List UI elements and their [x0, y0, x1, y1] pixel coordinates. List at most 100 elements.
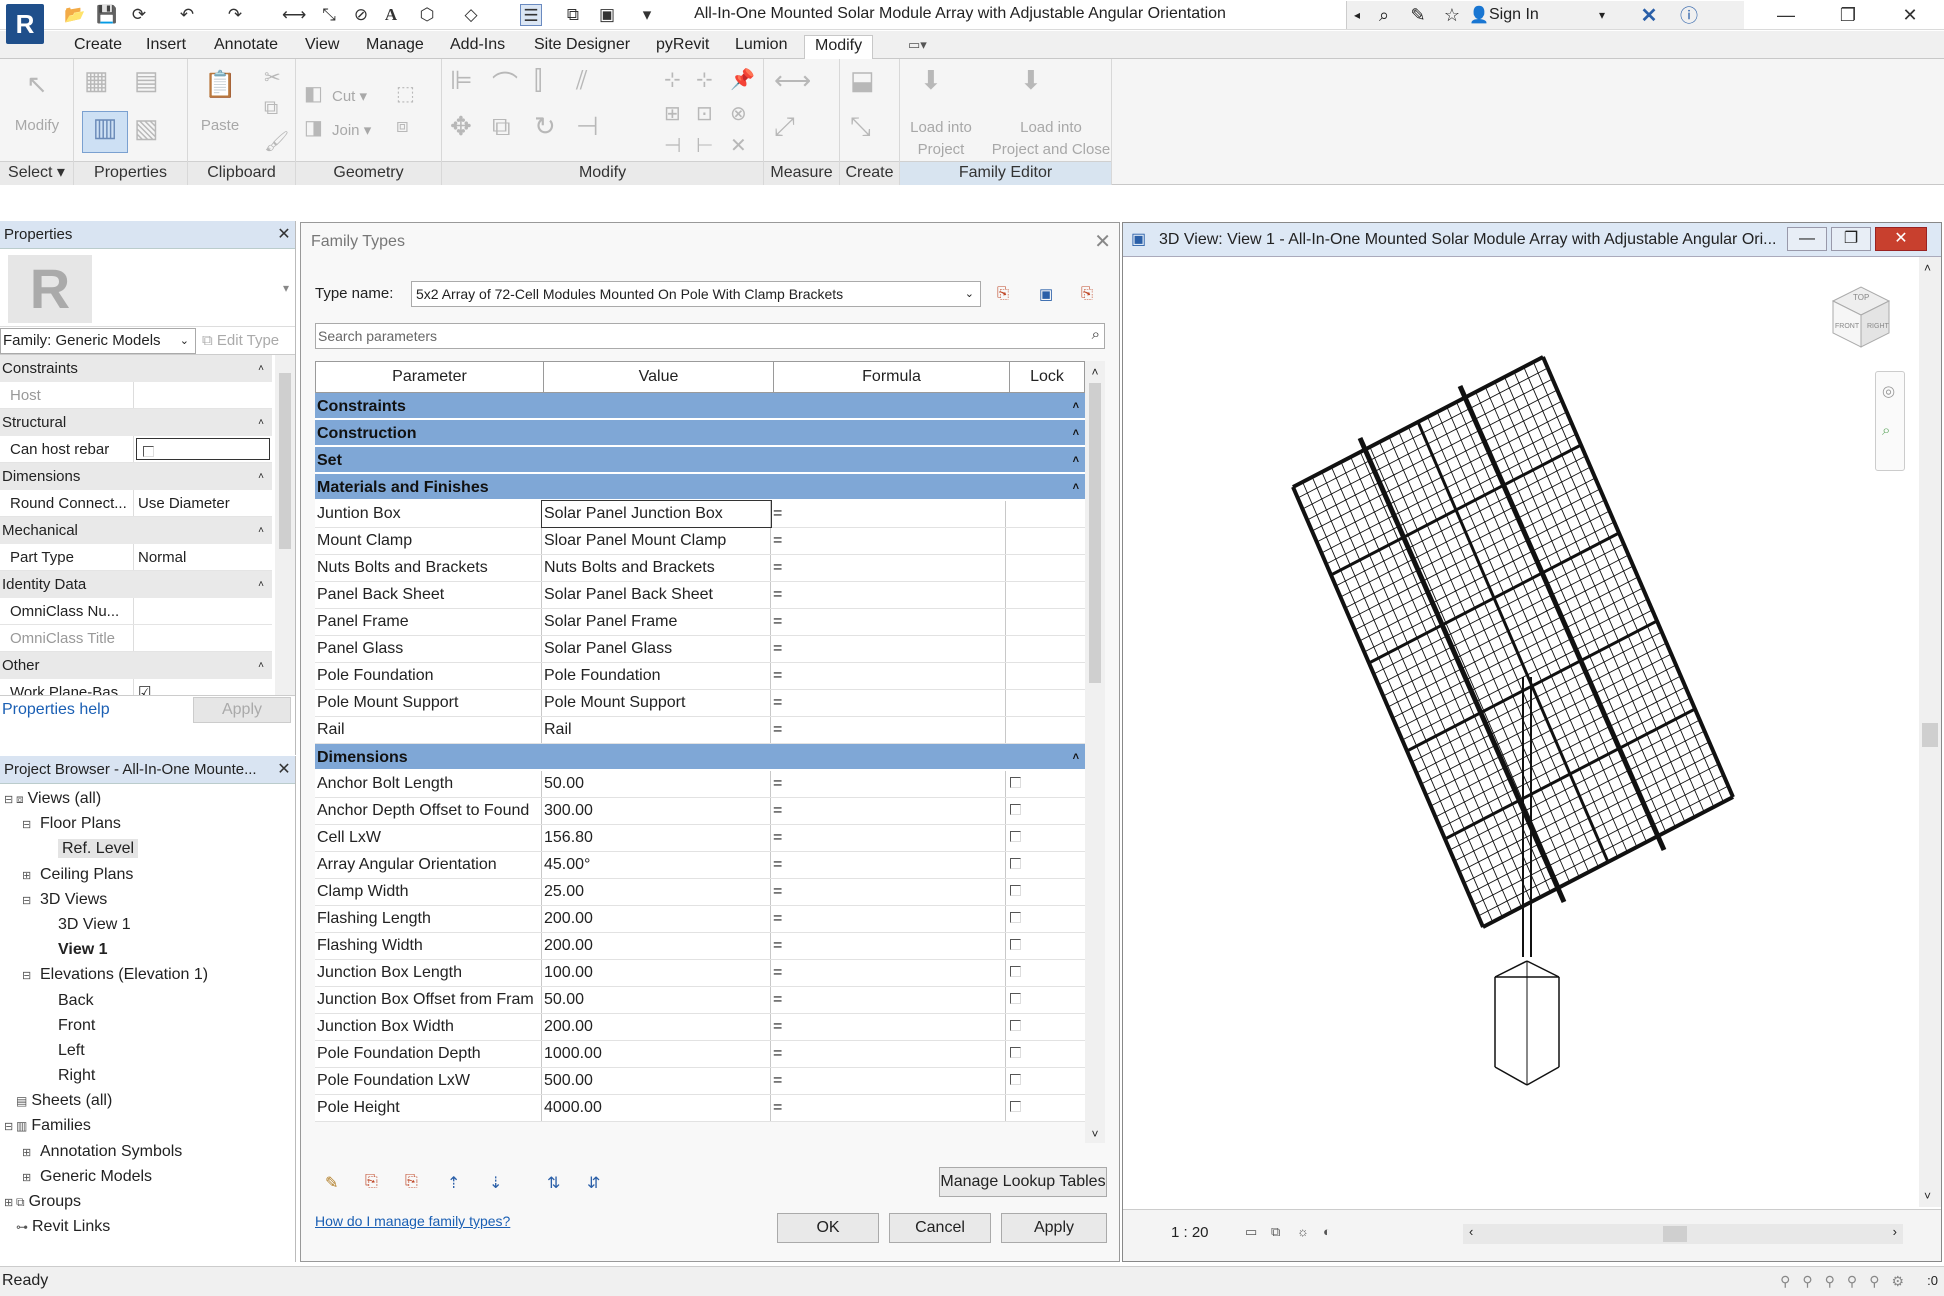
param-formula[interactable]: =	[771, 582, 1006, 608]
shadows-icon[interactable]: ◐	[1323, 1224, 1331, 1239]
param-formula[interactable]: =	[771, 798, 1006, 824]
trim-extend-icon[interactable]: ⊣	[576, 111, 599, 142]
tree-item-revit-links[interactable]: ⊶ Revit Links	[0, 1214, 295, 1239]
measure-distance-icon[interactable]: ⟷	[774, 65, 811, 96]
view-horizontal-scrollbar[interactable]: ‹ ›	[1463, 1224, 1903, 1244]
param-formula[interactable]: =	[771, 906, 1006, 932]
help-icon[interactable]: ⓘ	[1669, 2, 1709, 28]
dimension-icon[interactable]: ⤡	[318, 4, 340, 26]
tree-toggle-icon[interactable]: ⊞	[22, 1141, 32, 1166]
param-value[interactable]: 500.00	[542, 1068, 771, 1094]
category-other[interactable]: Other ˄	[0, 652, 272, 679]
tree-toggle-icon[interactable]: ⊞	[22, 864, 32, 889]
type-properties-icon[interactable]: ▤	[134, 65, 159, 96]
param-value[interactable]: Solar Panel Back Sheet	[542, 582, 771, 608]
param-value[interactable]: 50.00	[542, 771, 771, 797]
tree-toggle-icon[interactable]: ⊞	[22, 1166, 32, 1191]
exchange-apps-icon[interactable]: ✕	[1629, 3, 1669, 28]
param-value[interactable]: 200.00	[542, 1014, 771, 1040]
measure-icon[interactable]: ⟷	[282, 4, 306, 26]
lock-checkbox[interactable]	[1006, 987, 1085, 1013]
sign-in-dropdown-icon[interactable]: ▾	[1599, 8, 1629, 22]
family-types-icon[interactable]: ▦	[84, 65, 109, 96]
tree-toggle-icon[interactable]: ⊟	[22, 964, 32, 989]
tree-item-sheets-all[interactable]: ▤ Sheets (all)	[0, 1088, 295, 1113]
work-plane-checkbox[interactable]: ☑	[134, 679, 272, 695]
param-formula[interactable]: =	[771, 1041, 1006, 1067]
sort-ascending-icon[interactable]: ⇅	[547, 1173, 560, 1193]
col-formula[interactable]: Formula	[774, 362, 1010, 392]
trim-single-icon[interactable]: ⊣	[664, 133, 681, 158]
undo-icon[interactable]: ↶	[176, 4, 198, 26]
search-parameters-input[interactable]: Search parameters ⌕	[315, 323, 1105, 349]
group-dimensions[interactable]: Dimensions ˄	[315, 744, 1085, 771]
param-formula[interactable]: =	[771, 717, 1006, 743]
minimize-ribbon-icon[interactable]: ▭▾	[908, 37, 927, 53]
3d-view-icon[interactable]: ⬡	[416, 4, 438, 26]
prop-omniclass-number-value[interactable]	[134, 598, 272, 624]
split-gap-icon[interactable]: ⊹	[696, 67, 713, 92]
category-constraints[interactable]: Constraints ˄	[0, 355, 272, 382]
steering-wheel-icon[interactable]: ◎	[1882, 382, 1895, 400]
tree-item-groups[interactable]: ⊞ ⧉ Groups	[0, 1189, 295, 1214]
selection-filters-icon[interactable]: ⚲⚲⚲⚲⚲⚙	[1780, 1267, 1916, 1295]
view-scale[interactable]: 1 : 20	[1171, 1224, 1209, 1241]
tree-toggle-icon[interactable]: ⊟	[4, 788, 14, 813]
viewcube[interactable]: TOP FRONT RIGHT	[1821, 281, 1901, 353]
tree-toggle-icon[interactable]: ⊟	[4, 1115, 14, 1140]
param-value[interactable]: 200.00	[542, 933, 771, 959]
tree-item-ref-level[interactable]: Ref. Level	[0, 836, 295, 861]
tab-lumion[interactable]: Lumion	[735, 35, 787, 59]
cancel-button[interactable]: Cancel	[889, 1213, 991, 1243]
type-dropdown-icon[interactable]: ▾	[283, 281, 289, 295]
move-icon[interactable]: ✥	[450, 111, 472, 142]
redo-icon[interactable]: ↷	[224, 4, 246, 26]
table-scrollbar[interactable]: ˄ ˅	[1085, 361, 1105, 1143]
group-set[interactable]: Set ˄	[315, 447, 1085, 474]
lock-checkbox[interactable]	[1006, 906, 1085, 932]
cut-icon[interactable]: ✂	[264, 65, 281, 90]
param-value[interactable]: Pole Mount Support	[542, 690, 771, 716]
wall-join-icon[interactable]: ⬚	[396, 81, 415, 106]
param-formula[interactable]: =	[771, 825, 1006, 851]
tab-annotate[interactable]: Annotate	[214, 35, 278, 59]
move-down-icon[interactable]: ⇣	[489, 1173, 502, 1193]
tab-view[interactable]: View	[305, 35, 339, 59]
col-parameter[interactable]: Parameter	[316, 362, 544, 392]
param-formula[interactable]: =	[771, 636, 1006, 662]
group-construction[interactable]: Construction ˄	[315, 420, 1085, 447]
param-value[interactable]: 50.00	[542, 987, 771, 1013]
tab-manage[interactable]: Manage	[366, 35, 424, 59]
array-icon[interactable]: ⊞	[664, 101, 681, 126]
close-icon[interactable]: ✕	[273, 756, 295, 784]
manage-lookup-tables-button[interactable]: Manage Lookup Tables	[939, 1167, 1107, 1197]
apply-button[interactable]: Apply	[1001, 1213, 1107, 1243]
prop-part-type-value[interactable]: Normal	[134, 544, 272, 570]
tree-item-left[interactable]: Left	[0, 1038, 295, 1063]
param-formula[interactable]: =	[771, 879, 1006, 905]
param-value[interactable]: Solar Panel Junction Box	[541, 500, 772, 528]
delete-type-icon[interactable]: ⎘	[1081, 285, 1093, 302]
param-formula[interactable]: =	[771, 1014, 1006, 1040]
param-formula[interactable]: =	[771, 528, 1006, 554]
tab-create[interactable]: Create	[74, 35, 122, 59]
param-value[interactable]: 200.00	[542, 906, 771, 932]
create-similar-icon[interactable]: ⬓	[850, 65, 875, 96]
properties-icon[interactable]: ▥	[82, 111, 128, 153]
tree-item-generic-models[interactable]: ⊞ Generic Models	[0, 1164, 295, 1189]
delete-icon[interactable]: ✕	[730, 133, 747, 158]
param-value[interactable]: 100.00	[542, 960, 771, 986]
edit-type-button[interactable]: ⧉ Edit Type	[196, 332, 279, 349]
tree-item-views-all[interactable]: ⊟ ⧈ Views (all)	[0, 786, 295, 811]
param-value[interactable]: Solar Panel Frame	[542, 609, 771, 635]
param-formula[interactable]: =	[771, 852, 1006, 878]
tab-site-designer[interactable]: Site Designer	[534, 35, 630, 59]
load-into-project-and-close-button[interactable]: Load into Project and Close	[990, 117, 1112, 161]
join-geometry-button[interactable]: Join ▾	[332, 121, 371, 139]
filter-count[interactable]: :0	[1927, 1267, 1938, 1295]
param-formula[interactable]: =	[771, 933, 1006, 959]
binoculars-icon[interactable]: ⌕	[1367, 5, 1401, 26]
family-category-icon[interactable]: ▧	[134, 113, 159, 144]
text-icon[interactable]: A	[380, 4, 402, 26]
split-face-icon[interactable]: ⧈	[396, 115, 409, 138]
